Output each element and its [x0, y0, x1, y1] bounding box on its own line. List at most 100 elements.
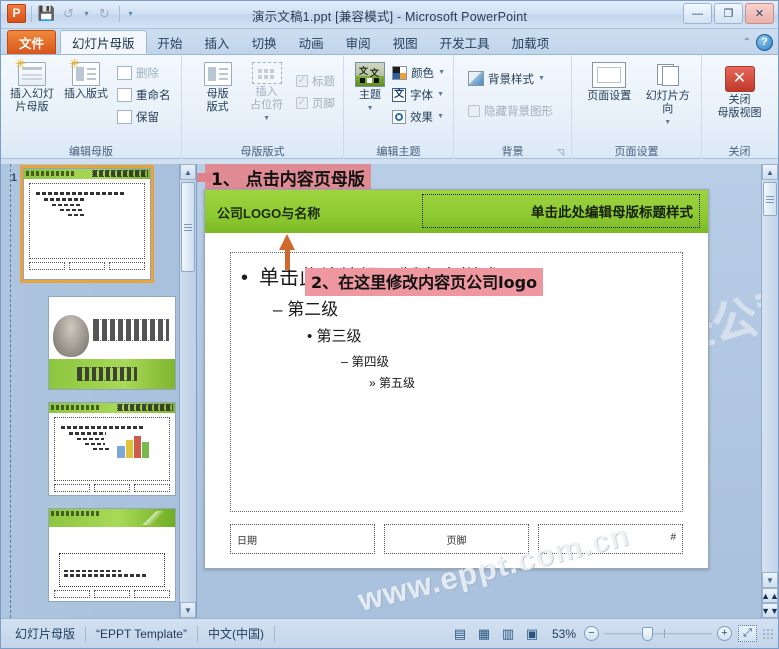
stage-scroll-up-button[interactable]: ▲ [762, 164, 778, 180]
tab-insert[interactable]: 插入 [194, 30, 241, 54]
tab-slide-master[interactable]: 幻灯片母版 [60, 30, 147, 54]
footer-checkbox-row[interactable]: ✓ 页脚 [293, 92, 338, 113]
thumbnail-slide-master[interactable] [23, 168, 151, 280]
ribbon-tab-bar: 文件 幻灯片母版 开始 插入 切换 动画 审阅 视图 开发工具 加载项 ⌃ ? [1, 29, 778, 55]
hide-background-graphics-row[interactable]: 隐藏背景图形 [465, 100, 556, 121]
scroll-down-button[interactable]: ▼ [180, 602, 196, 618]
chevron-down-icon[interactable]: ▼ [437, 113, 444, 120]
tab-animations[interactable]: 动画 [288, 30, 335, 54]
zoom-level-label[interactable]: 53% [544, 627, 584, 641]
delete-master-button[interactable]: 删除 [114, 62, 174, 83]
thumbnail-list: 1 [1, 164, 177, 618]
title-checkbox[interactable]: ✓ [296, 75, 308, 87]
hide-background-graphics-checkbox[interactable] [468, 105, 480, 117]
slide-orientation-icon [653, 62, 683, 88]
mini-footer-date [54, 590, 90, 598]
outline-level-4: – 第四级 [341, 351, 672, 370]
scroll-thumb[interactable] [181, 182, 195, 272]
tab-review[interactable]: 审阅 [335, 30, 382, 54]
theme-colors-button[interactable]: 颜色 ▼ [389, 62, 448, 83]
thumbnail-row [11, 296, 177, 390]
chevron-down-icon[interactable]: ▼ [263, 112, 270, 125]
zoom-slider-handle[interactable] [642, 627, 653, 641]
rename-master-button[interactable]: 重命名 [114, 84, 174, 105]
title-placeholder[interactable]: 单击此处编辑母版标题样式 [422, 194, 700, 228]
dialog-launcher-icon[interactable]: ◹ [557, 147, 564, 158]
previous-slide-button[interactable]: ▲▲ [762, 588, 778, 603]
stage-scroll-down-button[interactable]: ▼ [762, 572, 778, 588]
slide-orientation-button[interactable]: 幻灯片方向 ▼ [640, 60, 697, 131]
master-layout-button[interactable]: 母版 版式 [195, 60, 240, 116]
insert-placeholder-button[interactable]: 插入 占位符 ▼ [242, 60, 291, 127]
collapse-ribbon-icon[interactable]: ⌃ [743, 37, 751, 48]
button-label-line2: 片母版 [16, 101, 49, 114]
chevron-down-icon[interactable]: ▼ [664, 116, 671, 129]
zoom-slider[interactable] [604, 626, 712, 641]
close-button[interactable]: ✕ [745, 3, 774, 24]
chevron-down-icon[interactable]: ▼ [438, 69, 445, 76]
reading-view-button[interactable]: ▥ [498, 625, 518, 643]
title-bar: P 💾 ↺ ▾ ↻ ▾ 演示文稿1.ppt [兼容模式] - Microsoft… [1, 1, 778, 29]
restore-button[interactable]: ❐ [714, 3, 743, 24]
annotation-step-2: 2、在这里修改内容页公司logo [305, 268, 543, 296]
thumbnail-row [11, 402, 177, 496]
zoom-in-button[interactable]: + [717, 626, 732, 641]
minimize-button[interactable]: — [683, 3, 712, 24]
mini-footer-row [54, 590, 170, 598]
group-label-close: 关闭 [707, 143, 772, 159]
tab-home[interactable]: 开始 [147, 30, 194, 54]
insert-layout-button[interactable]: ✳ 插入版式 [60, 60, 112, 103]
scroll-up-button[interactable]: ▲ [180, 164, 196, 180]
mini-footer-row [29, 262, 145, 270]
group-label-text: 背景 [502, 146, 524, 158]
zoom-out-button[interactable]: − [584, 626, 599, 641]
slide-canvas[interactable]: 公司LOGO与名称 单击此处编辑母版标题样式 • 单击此处编辑母版文本样式 – … [204, 189, 709, 569]
thumbnail-section-layout[interactable] [48, 508, 176, 602]
status-theme-name[interactable]: “EPPT Template” [86, 624, 197, 644]
button-label-line2: 版式 [207, 101, 229, 114]
footer-placeholder[interactable]: 页脚 [384, 524, 529, 554]
chevron-down-icon[interactable]: ▼ [367, 102, 374, 115]
theme-button[interactable]: 文文 主题 ▼ [353, 60, 387, 117]
slide-header-band[interactable]: 公司LOGO与名称 单击此处编辑母版标题样式 [205, 190, 708, 233]
slideshow-view-button[interactable]: ▣ [522, 625, 542, 643]
thumbnail-scrollbar[interactable]: ▲ ▼ [179, 164, 196, 618]
tab-developer[interactable]: 开发工具 [429, 30, 501, 54]
theme-fonts-button[interactable]: 文 字体 ▼ [389, 84, 448, 105]
theme-effects-button[interactable]: 效果 ▼ [389, 106, 448, 127]
slide-thumbnail-panel[interactable]: 1 [1, 164, 197, 618]
slide-editing-stage[interactable]: 有限责任公司 第翼图 1、 点击内容页母版 公司LOGO与名称 单击此处编辑母版… [197, 164, 778, 618]
title-checkbox-row[interactable]: ✓ 标题 [293, 70, 338, 91]
fit-slide-to-window-button[interactable] [738, 625, 757, 642]
tab-transitions[interactable]: 切换 [241, 30, 288, 54]
tab-file[interactable]: 文件 [7, 30, 56, 54]
fonts-icon: 文 [392, 88, 406, 102]
thumbnail-title-layout[interactable] [48, 296, 176, 390]
stage-scrollbar[interactable]: ▲ ▼ ▲▲ ▼▼ [761, 164, 778, 618]
slide-sorter-view-button[interactable]: ▦ [474, 625, 494, 643]
help-icon[interactable]: ? [756, 34, 773, 51]
thumbnail-content-layout[interactable] [48, 402, 176, 496]
normal-view-button[interactable]: ▤ [450, 625, 470, 643]
status-language[interactable]: 中文(中国) [198, 624, 274, 644]
checkbox-label: 隐藏背景图形 [484, 103, 553, 119]
footer-checkbox[interactable]: ✓ [296, 97, 308, 109]
tab-addins[interactable]: 加载项 [501, 30, 561, 54]
insert-slide-master-button[interactable]: ✳ 插入幻灯 片母版 [6, 60, 58, 116]
date-placeholder[interactable]: 日期 [230, 524, 375, 554]
chevron-down-icon[interactable]: ▼ [538, 75, 545, 82]
status-view-name[interactable]: 幻灯片母版 [5, 624, 85, 644]
mini-chart-icon [117, 434, 151, 460]
background-styles-button[interactable]: 背景样式 ▼ [465, 68, 548, 89]
stage-scroll-thumb[interactable] [763, 182, 777, 216]
slide-number-placeholder[interactable]: # [538, 524, 683, 554]
ribbon-group-page-setup: 页面设置 幻灯片方向 ▼ 页面设置 [571, 55, 701, 159]
close-master-view-button[interactable]: ✕ 关闭 母版视图 [709, 64, 771, 122]
tab-view[interactable]: 视图 [382, 30, 429, 54]
resize-grip-icon[interactable] [762, 628, 774, 640]
effects-icon [392, 110, 406, 124]
preserve-master-button[interactable]: 保留 [114, 106, 174, 127]
next-slide-button[interactable]: ▼▼ [762, 603, 778, 618]
page-setup-button[interactable]: 页面设置 [581, 60, 638, 105]
chevron-down-icon[interactable]: ▼ [437, 91, 444, 98]
